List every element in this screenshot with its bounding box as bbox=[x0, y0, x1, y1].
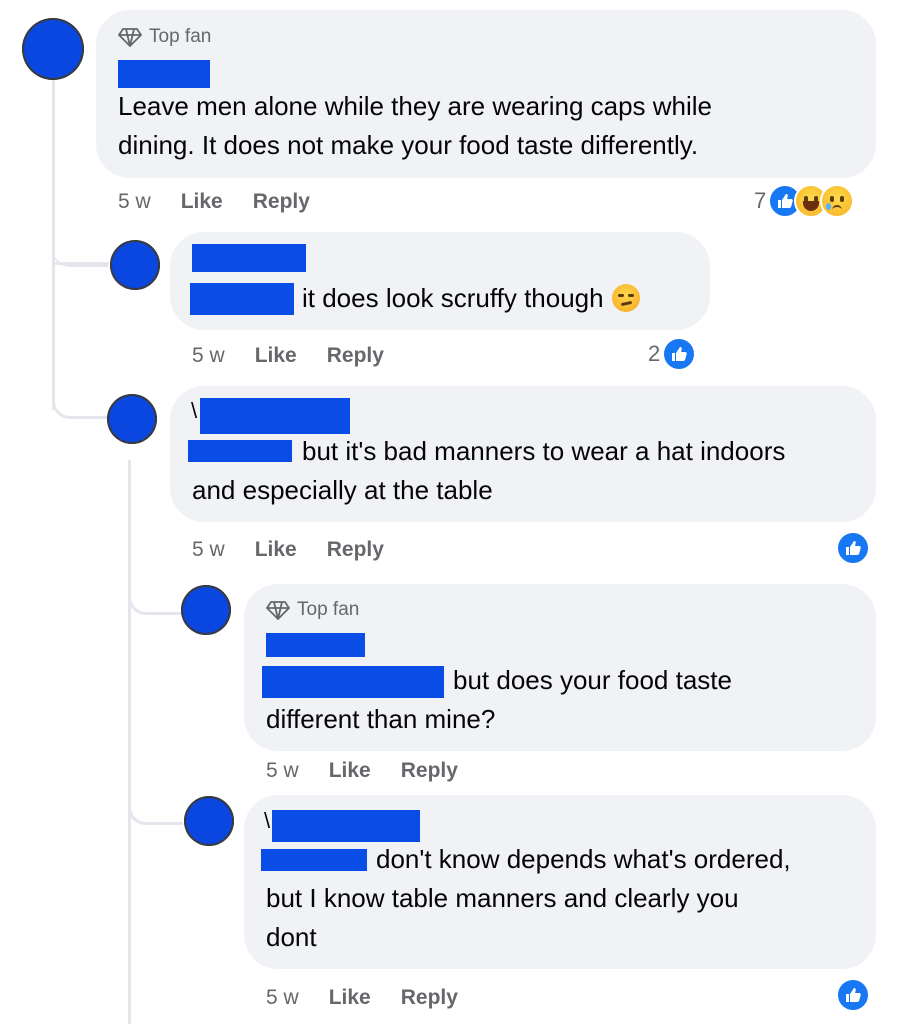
redacted-author-name bbox=[200, 398, 350, 434]
timestamp[interactable]: 5 w bbox=[118, 190, 151, 214]
like-icon bbox=[662, 337, 697, 371]
timestamp[interactable]: 5 w bbox=[266, 759, 299, 783]
reaction-summary[interactable]: 7 bbox=[754, 184, 855, 218]
reaction-count: 2 bbox=[648, 341, 661, 366]
avatar[interactable] bbox=[107, 394, 157, 444]
redacted-author-name bbox=[192, 244, 306, 272]
reply-button[interactable]: Reply bbox=[401, 986, 458, 1010]
avatar[interactable] bbox=[110, 240, 160, 290]
diamond-icon bbox=[266, 601, 290, 620]
timestamp[interactable]: 5 w bbox=[266, 986, 299, 1010]
smirk-emoji bbox=[611, 284, 640, 312]
reaction-summary[interactable] bbox=[836, 531, 870, 565]
redacted-mention bbox=[188, 440, 292, 462]
like-button[interactable]: Like bbox=[329, 759, 371, 783]
avatar[interactable] bbox=[181, 585, 231, 635]
like-icon bbox=[836, 531, 870, 565]
diamond-icon bbox=[118, 28, 142, 47]
comment-text-line: dining. It does not make your food taste… bbox=[118, 130, 699, 160]
avatar[interactable] bbox=[22, 18, 84, 80]
reply-button[interactable]: Reply bbox=[327, 344, 384, 368]
thread-connector bbox=[52, 380, 107, 419]
comment-text: it does look scruffy though bbox=[302, 279, 640, 318]
reply-button[interactable]: Reply bbox=[401, 759, 458, 783]
reply-button[interactable]: Reply bbox=[253, 190, 310, 214]
comment-text-line: Leave men alone while they are wearing c… bbox=[118, 91, 713, 121]
comment-actions: 5 w Like Reply bbox=[192, 538, 414, 562]
comment-text-line: but does your food taste bbox=[453, 665, 732, 695]
name-prefix-char: \ bbox=[264, 808, 271, 833]
thread-connector-h bbox=[55, 262, 109, 265]
top-fan-badge: Top fan bbox=[266, 599, 359, 621]
like-icon bbox=[836, 978, 870, 1012]
timestamp[interactable]: 5 w bbox=[192, 538, 225, 562]
comment-text-line: don't know depends what's ordered, bbox=[376, 844, 791, 874]
top-fan-badge: Top fan bbox=[118, 26, 211, 48]
thread-connector bbox=[128, 790, 183, 825]
badge-label: Top fan bbox=[149, 26, 212, 47]
reply-button[interactable]: Reply bbox=[327, 538, 384, 562]
badge-label: Top fan bbox=[297, 599, 360, 620]
comment-actions: 5 w Like Reply bbox=[118, 190, 340, 214]
sad-icon bbox=[820, 184, 855, 218]
reaction-summary[interactable] bbox=[836, 978, 870, 1012]
like-button[interactable]: Like bbox=[329, 986, 371, 1010]
comment-text-line: it does look scruffy though bbox=[302, 283, 604, 313]
comment-text-line: but I know table manners and clearly you bbox=[266, 883, 739, 913]
redacted-author-name bbox=[266, 633, 365, 657]
avatar[interactable] bbox=[184, 796, 234, 846]
name-prefix-char: \ bbox=[191, 398, 198, 423]
timestamp[interactable]: 5 w bbox=[192, 344, 225, 368]
like-button[interactable]: Like bbox=[255, 344, 297, 368]
redacted-mention bbox=[262, 666, 444, 698]
comment-actions: 5 w Like Reply bbox=[266, 759, 488, 783]
like-button[interactable]: Like bbox=[181, 190, 223, 214]
redacted-author-name bbox=[272, 810, 420, 842]
redacted-mention bbox=[190, 283, 294, 315]
comment-actions: 5 w Like Reply bbox=[266, 986, 488, 1010]
comment-text-line: and especially at the table bbox=[192, 475, 493, 505]
like-button[interactable]: Like bbox=[255, 538, 297, 562]
thread-line-nested bbox=[128, 460, 131, 1024]
thread-connector bbox=[128, 580, 183, 615]
reaction-summary[interactable]: 2 bbox=[648, 337, 697, 371]
comment-text-line: dont bbox=[266, 922, 317, 952]
comment-actions: 5 w Like Reply bbox=[192, 344, 414, 368]
redacted-mention bbox=[261, 849, 367, 871]
redacted-author-name bbox=[118, 60, 210, 88]
comment-text-line: but it's bad manners to wear a hat indoo… bbox=[302, 436, 786, 466]
comment-text-line: different than mine? bbox=[266, 704, 496, 734]
reaction-count: 7 bbox=[754, 188, 767, 213]
